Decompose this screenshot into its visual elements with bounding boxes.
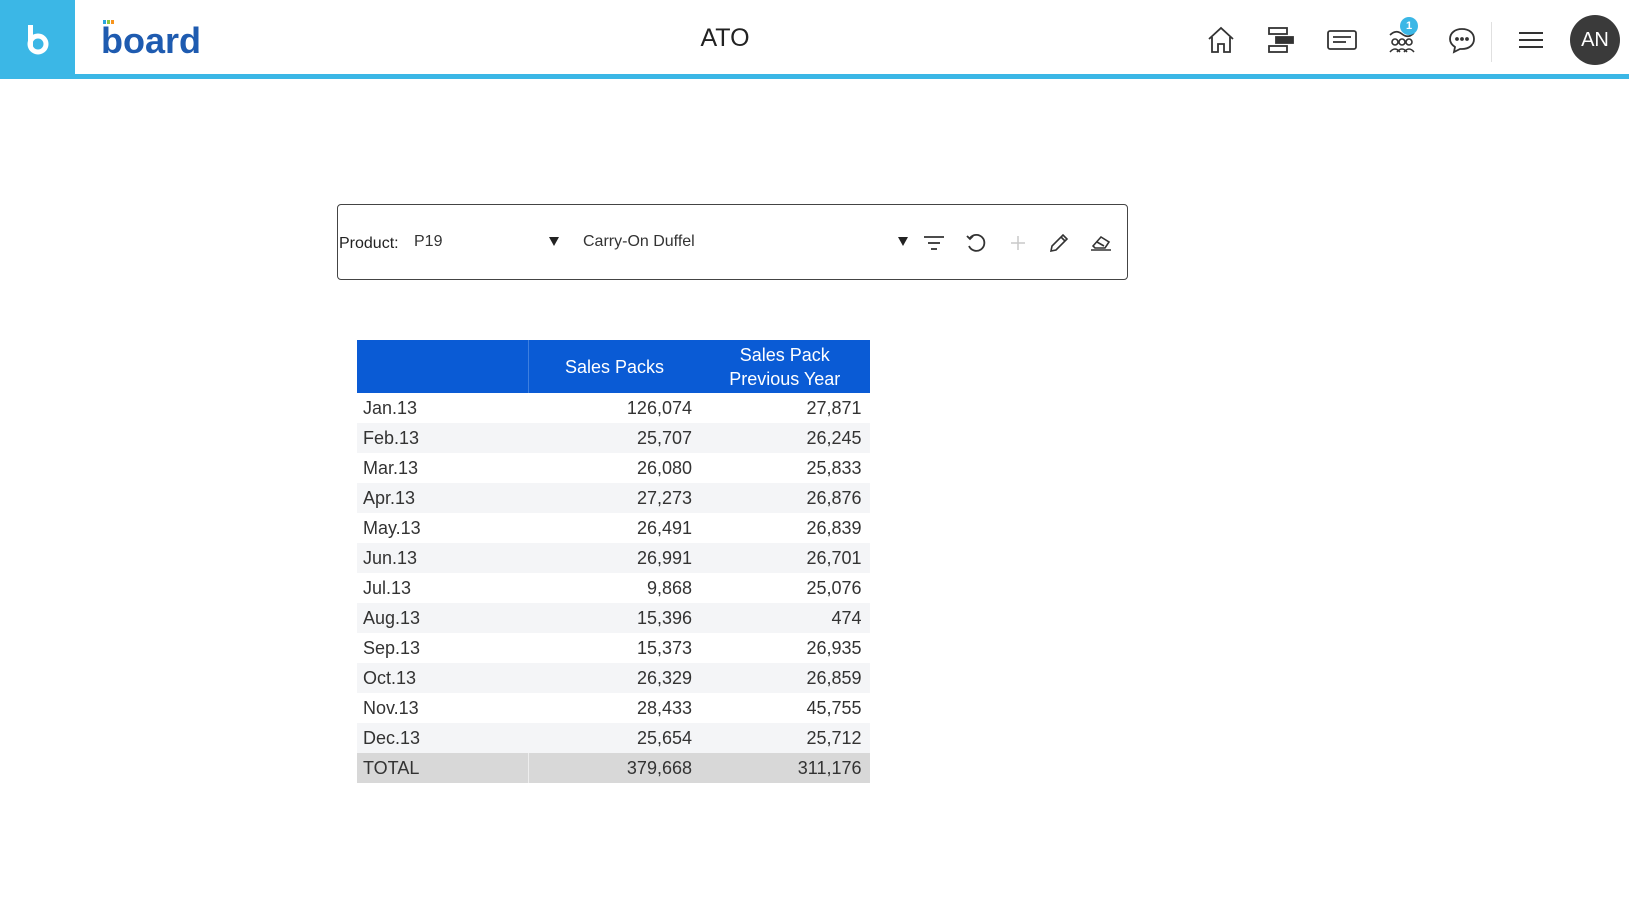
sales-prev-year-cell[interactable]: 45,755 (700, 693, 870, 723)
column-header-sales-prev-year[interactable]: Sales Pack Previous Year (700, 340, 870, 393)
code-dropdown-arrow-icon[interactable] (549, 237, 559, 246)
total-sales-packs-cell[interactable]: 379,668 (528, 753, 700, 783)
row-label[interactable]: Oct.13 (357, 663, 529, 693)
sales-packs-cell[interactable]: 27,273 (528, 483, 700, 513)
add-icon[interactable] (1005, 230, 1031, 256)
sales-packs-cell[interactable]: 126,074 (529, 393, 701, 423)
sales-prev-year-cell[interactable]: 27,871 (700, 393, 870, 423)
table-row[interactable]: Jan.13 126,074 27,871 (357, 393, 870, 423)
user-avatar[interactable]: AN (1570, 15, 1620, 65)
navigator-icon[interactable] (1263, 22, 1299, 58)
sales-prev-year-cell[interactable]: 26,859 (700, 663, 870, 693)
sales-packs-cell[interactable]: 26,080 (529, 453, 701, 483)
row-label[interactable]: Mar.13 (357, 453, 529, 483)
page-title: ATO (700, 24, 750, 52)
row-label[interactable]: Sep.13 (357, 633, 529, 663)
table-row[interactable]: Dec.13 25,654 25,712 (357, 723, 870, 753)
sales-prev-year-cell[interactable]: 26,701 (700, 543, 870, 573)
row-label[interactable]: Feb.13 (357, 423, 529, 453)
row-label[interactable]: Dec.13 (357, 723, 529, 753)
sales-prev-year-cell[interactable]: 26,839 (700, 513, 870, 543)
row-label[interactable]: Aug.13 (357, 603, 529, 633)
row-label[interactable]: Jun.13 (357, 543, 529, 573)
notification-badge: 1 (1400, 17, 1418, 35)
sales-packs-cell[interactable]: 26,491 (529, 513, 701, 543)
table-row[interactable]: Jul.13 9,868 25,076 (357, 573, 870, 603)
sales-prev-year-cell[interactable]: 25,076 (700, 573, 870, 603)
row-label[interactable]: Jan.13 (357, 393, 529, 423)
sales-prev-year-cell[interactable]: 26,245 (700, 423, 870, 453)
menu-icon[interactable] (1513, 22, 1549, 58)
clear-icon[interactable] (1088, 230, 1114, 256)
column-header-sales-packs[interactable]: Sales Packs (528, 340, 700, 393)
table-row[interactable]: Jun.13 26,991 26,701 (357, 543, 870, 573)
sales-prev-year-cell[interactable]: 25,833 (700, 453, 870, 483)
sales-packs-cell[interactable]: 25,654 (528, 723, 700, 753)
chat-icon[interactable] (1444, 22, 1480, 58)
screens-icon[interactable] (1324, 22, 1360, 58)
board-b-icon (27, 24, 48, 54)
product-name-dropdown[interactable]: Carry-On Duffel (583, 233, 695, 251)
sales-prev-year-cell[interactable]: 26,935 (700, 633, 870, 663)
total-row[interactable]: TOTAL 379,668 311,176 (357, 753, 870, 783)
logo-text: board (103, 20, 201, 58)
table-header-row: Sales Packs Sales Pack Previous Year (357, 340, 870, 393)
total-label[interactable]: TOTAL (357, 753, 529, 783)
sales-packs-cell[interactable]: 15,396 (528, 603, 700, 633)
sales-packs-cell[interactable]: 25,707 (528, 423, 700, 453)
table-row[interactable]: Feb.13 25,707 26,245 (357, 423, 870, 453)
filter-icon[interactable] (921, 230, 947, 256)
brand-square[interactable] (0, 0, 75, 79)
reset-icon[interactable] (963, 230, 989, 256)
product-selector: Product: P19 Carry-On Duffel (337, 204, 1128, 280)
sales-packs-cell[interactable]: 15,373 (529, 633, 701, 663)
header-divider (1491, 22, 1492, 62)
table-row[interactable]: Sep.13 15,373 26,935 (357, 633, 870, 663)
sales-packs-cell[interactable]: 28,433 (529, 693, 701, 723)
name-dropdown-arrow-icon[interactable] (898, 237, 908, 246)
table-row[interactable]: May.13 26,491 26,839 (357, 513, 870, 543)
table-row[interactable]: Mar.13 26,080 25,833 (357, 453, 870, 483)
sales-packs-cell[interactable]: 9,868 (529, 573, 701, 603)
sales-packs-cell[interactable]: 26,329 (528, 663, 700, 693)
top-bar: board ATO 1 AN (0, 0, 1629, 79)
sales-prev-year-cell[interactable]: 474 (700, 603, 870, 633)
sales-prev-year-cell[interactable]: 25,712 (700, 723, 870, 753)
product-code-dropdown[interactable]: P19 (414, 233, 442, 251)
table-row[interactable]: Aug.13 15,396 474 (357, 603, 870, 633)
row-label[interactable]: Apr.13 (357, 483, 529, 513)
row-label[interactable]: Nov.13 (357, 693, 529, 723)
table-row[interactable]: Oct.13 26,329 26,859 (357, 663, 870, 693)
edit-icon[interactable] (1046, 230, 1072, 256)
total-sales-prev-year-cell[interactable]: 311,176 (700, 753, 870, 783)
table-row[interactable]: Nov.13 28,433 45,755 (357, 693, 870, 723)
table-row[interactable]: Apr.13 27,273 26,876 (357, 483, 870, 513)
sales-table: Sales Packs Sales Pack Previous Year Jan… (357, 340, 870, 783)
header-accent-line (0, 74, 1629, 79)
sales-prev-year-cell[interactable]: 26,876 (700, 483, 870, 513)
row-header-corner (357, 340, 529, 393)
row-label[interactable]: Jul.13 (357, 573, 529, 603)
row-label[interactable]: May.13 (357, 513, 529, 543)
board-logo: board (101, 20, 213, 63)
selector-label: Product: (339, 235, 399, 252)
sales-packs-cell[interactable]: 26,991 (528, 543, 700, 573)
home-icon[interactable] (1203, 22, 1239, 58)
